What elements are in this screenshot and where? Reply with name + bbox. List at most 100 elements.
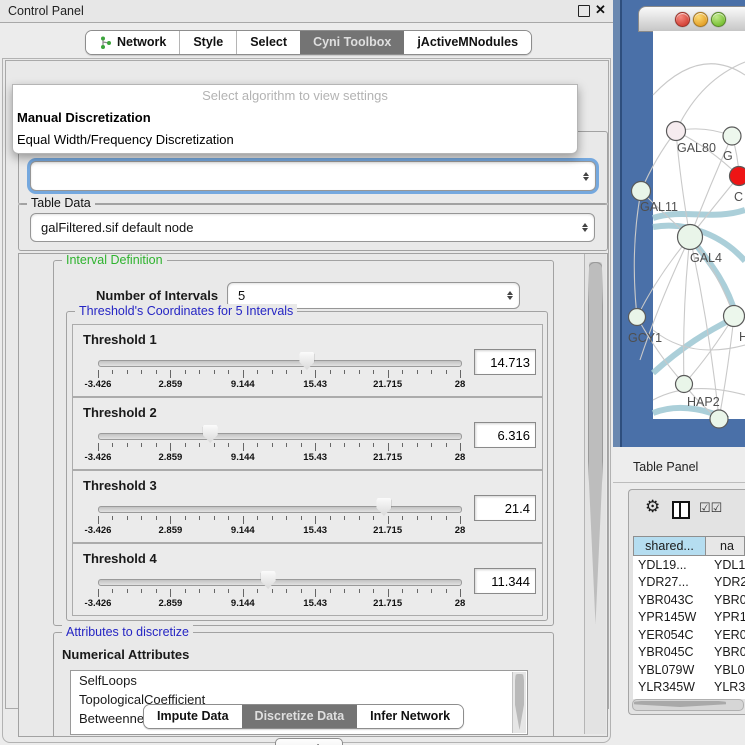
slider-track[interactable] (98, 433, 462, 440)
table-header[interactable]: shared...na (633, 536, 745, 556)
selected-node (730, 167, 745, 186)
popup-placeholder: Select algorithm to view settings (13, 85, 577, 107)
tab-label: jActiveMNodules (417, 35, 518, 49)
slider-thumb[interactable] (203, 425, 218, 443)
table-row[interactable]: YDL19...YDL1 (633, 556, 745, 574)
table-cell[interactable]: YPR1 (710, 610, 745, 624)
table-data-title: Table Data (27, 196, 95, 210)
algorithm-combobox[interactable] (30, 161, 596, 191)
tab-label: Network (117, 35, 166, 49)
slider-tick-labels: -3.4262.8599.14415.4321.71528 (98, 598, 460, 610)
table-cell[interactable]: YDR2 (710, 575, 745, 589)
tab-cyni-toolbox[interactable]: Cyni Toolbox (300, 31, 404, 54)
table-cell[interactable]: YER0 (710, 628, 745, 642)
slider-ticks (98, 443, 460, 452)
table-cell[interactable]: YBR045C (633, 645, 710, 659)
mac-minimize-icon[interactable] (693, 12, 708, 27)
node-label: GAL11 (640, 200, 678, 214)
table-cell[interactable]: YBR043C (633, 593, 710, 607)
gear-icon[interactable]: ⚙ (645, 498, 660, 515)
table-cell[interactable]: YPR145W (633, 610, 710, 624)
threshold-panel: Threshold 1-3.4262.8599.14415.4321.71528 (72, 324, 543, 397)
control-panel-titlebar[interactable]: Control Panel ✕ (0, 0, 613, 23)
tab-infer-network[interactable]: Infer Network (357, 705, 463, 728)
tab-jactivemnodules[interactable]: jActiveMNodules (404, 31, 531, 54)
threshold-slider[interactable]: -3.4262.8599.14415.4321.71528 (73, 325, 542, 396)
settings-vertical-scrollbar[interactable] (584, 254, 606, 734)
table-data-combobox[interactable]: galFiltered.sif default node (30, 213, 595, 242)
network-graph[interactable] (628, 31, 745, 447)
tab-impute-data[interactable]: Impute Data (144, 705, 242, 728)
slider-thumb[interactable] (376, 498, 391, 516)
threshold-value-field[interactable] (474, 568, 536, 594)
threshold-value-field[interactable] (474, 422, 536, 448)
threshold-slider[interactable]: -3.4262.8599.14415.4321.71528 (73, 544, 542, 615)
slider-tick-labels: -3.4262.8599.14415.4321.71528 (98, 452, 460, 464)
scrollbar-thumb[interactable] (588, 262, 603, 624)
table-row[interactable]: YDR27...YDR2 (633, 574, 745, 592)
table-row[interactable]: YPR145WYPR1 (633, 609, 745, 627)
slider-track[interactable] (98, 360, 462, 367)
popup-item[interactable]: Manual Discretization (13, 107, 577, 129)
combobox-stepper-icon (576, 223, 594, 232)
tab-select[interactable]: Select (236, 31, 300, 54)
table-cell[interactable]: YBL0 (710, 663, 745, 677)
threshold-slider[interactable]: -3.4262.8599.14415.4321.71528 (73, 398, 542, 469)
threshold-panel: Threshold 4-3.4262.8599.14415.4321.71528 (72, 543, 543, 616)
table-cell[interactable]: YBR0 (710, 593, 745, 607)
interval-definition-group: Interval Definition Number of Intervals … (53, 260, 554, 626)
slider-track[interactable] (98, 506, 462, 513)
node-table[interactable]: shared...na YDL19...YDL1YDR27...YDR2YBR0… (633, 536, 745, 699)
table-cell[interactable]: YLR3 (710, 680, 745, 694)
table-row[interactable]: YBR045CYBR0 (633, 644, 745, 662)
column-header[interactable]: shared... (633, 536, 706, 556)
scrollbar-thumb[interactable] (634, 701, 726, 707)
column-header[interactable]: na (706, 536, 745, 556)
table-cell[interactable]: YBL079W (633, 663, 710, 677)
slider-thumb[interactable] (261, 571, 276, 589)
table-rows[interactable]: YDL19...YDL1YDR27...YDR2YBR043CYBR0YPR14… (633, 556, 745, 699)
table-row[interactable]: YER054CYER0 (633, 626, 745, 644)
slider-thumb[interactable] (299, 352, 314, 370)
table-cell[interactable]: YER054C (633, 628, 710, 642)
slider-tick-labels: -3.4262.8599.14415.4321.71528 (98, 379, 460, 391)
network-window-titlebar[interactable] (638, 6, 745, 32)
table-cell[interactable]: YDR27... (633, 575, 710, 589)
table-cell[interactable]: YDL19... (633, 558, 710, 572)
settings-scroll-panel: Interval Definition Number of Intervals … (18, 253, 608, 737)
table-row[interactable]: YBR043CYBR0 (633, 591, 745, 609)
tab-label: Style (193, 35, 223, 49)
table-cell[interactable]: YBR0 (710, 645, 745, 659)
tab-network[interactable]: Network (86, 31, 179, 54)
threshold-value-field[interactable] (474, 495, 536, 521)
table-row[interactable]: YBL079WYBL0 (633, 661, 745, 679)
threshold-value-field[interactable] (474, 349, 536, 375)
table-cell[interactable]: YDL1 (710, 558, 745, 572)
slider-tick-labels: -3.4262.8599.14415.4321.71528 (98, 525, 460, 537)
attributes-list-scrollbar[interactable] (512, 672, 526, 733)
popup-item[interactable]: Equal Width/Frequency Discretization (13, 129, 577, 151)
tab-label: Cyni Toolbox (313, 35, 391, 49)
node-label: GAL80 (677, 141, 716, 155)
interval-definition-title: Interval Definition (62, 253, 167, 267)
control-panel-tabbar: Network Style Select Cyni Toolbox jActiveMNo… (85, 30, 532, 55)
mac-zoom-icon[interactable] (711, 12, 726, 27)
float-window-icon[interactable] (578, 5, 590, 17)
tab-discretize-data[interactable]: Discretize Data (242, 705, 358, 728)
attribute-item[interactable]: SelfLoops (71, 671, 527, 690)
network-tree-icon (99, 36, 112, 49)
checkbox-filter-icons[interactable]: ☑☑ (699, 500, 722, 516)
mac-close-icon[interactable] (675, 12, 690, 27)
tab-label: Infer Network (370, 709, 450, 723)
tab-style[interactable]: Style (179, 31, 236, 54)
apply-button[interactable]: Apply (275, 738, 343, 745)
threshold-slider[interactable]: -3.4262.8599.14415.4321.71528 (73, 471, 542, 542)
numerical-attributes-label: Numerical Attributes (62, 647, 189, 662)
table-horizontal-scrollbar[interactable] (632, 699, 744, 711)
columns-icon[interactable] (672, 501, 690, 519)
slider-track[interactable] (98, 579, 462, 586)
close-icon[interactable]: ✕ (595, 2, 605, 12)
table-row[interactable]: YLR345WYLR3 (633, 679, 745, 697)
table-cell[interactable]: YLR345W (633, 680, 710, 694)
cyni-bottom-tabbar: Impute DataDiscretize Data Infer Network (143, 704, 464, 729)
